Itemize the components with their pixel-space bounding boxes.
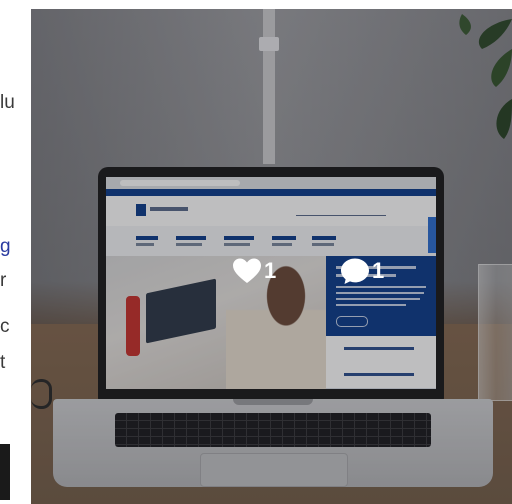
text-fragment: r xyxy=(0,270,7,291)
post-image-tile[interactable]: 1 1 xyxy=(31,9,512,504)
thumbnail-fragment[interactable] xyxy=(0,444,10,500)
text-fragment: lu xyxy=(0,92,15,113)
comments-count: 1 xyxy=(372,258,385,283)
left-text-column: lu g r c t xyxy=(0,0,30,504)
link-fragment[interactable]: g xyxy=(0,236,11,258)
comments-stat[interactable]: 1 xyxy=(340,257,384,285)
likes-stat[interactable]: 1 xyxy=(232,257,276,285)
speech-bubble-icon xyxy=(341,258,369,284)
likes-count: 1 xyxy=(264,258,277,283)
heart-icon xyxy=(233,258,261,283)
text-fragment: t xyxy=(0,352,6,373)
text-fragment: c xyxy=(0,316,10,337)
